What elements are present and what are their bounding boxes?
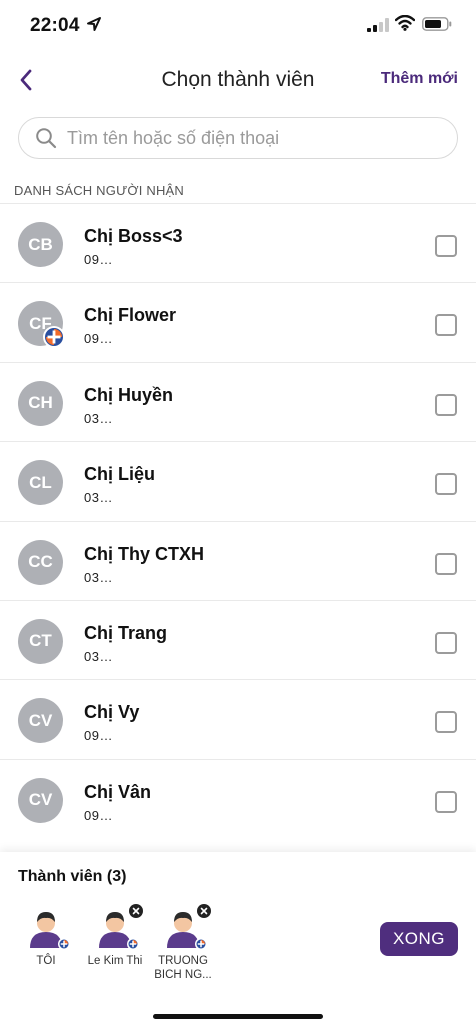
member-item[interactable]: TRUONG BICH NG...	[143, 904, 223, 982]
remove-member-close-icon[interactable]	[197, 904, 211, 918]
contact-name: Chị Vy	[84, 702, 140, 723]
add-new-button[interactable]: Thêm mới	[381, 70, 458, 88]
member-avatar-icon	[26, 908, 70, 950]
contact-avatar: CV	[18, 777, 63, 823]
section-label-recipients: DANH SÁCH NGƯỜI NHẬN	[14, 183, 184, 198]
navigation-header: Chọn thành viên Thêm mới	[0, 55, 476, 105]
battery-icon	[422, 17, 452, 31]
contact-name: Chị Flower	[84, 305, 177, 326]
select-checkbox[interactable]	[435, 711, 457, 734]
search-bar[interactable]	[18, 117, 458, 159]
done-button[interactable]: XONG	[380, 922, 458, 956]
contact-phone: 09…	[84, 252, 113, 267]
contact-name: Chị Huyền	[84, 384, 174, 405]
select-checkbox[interactable]	[435, 314, 457, 337]
contact-row[interactable]: CV Chị Vân 09…	[0, 758, 476, 838]
home-indicator[interactable]	[153, 1014, 323, 1019]
select-checkbox[interactable]	[435, 235, 457, 257]
select-checkbox[interactable]	[435, 631, 457, 654]
contact-phone: 09…	[84, 331, 113, 347]
contact-name: Chị Trang	[84, 622, 168, 643]
search-icon	[36, 128, 57, 149]
member-avatar-icon	[163, 904, 211, 950]
signal-icon	[367, 18, 389, 32]
select-checkbox[interactable]	[435, 552, 457, 575]
contact-avatar: CC	[18, 539, 63, 585]
select-checkbox[interactable]	[435, 473, 457, 496]
contact-name: Chị Boss<3	[84, 226, 183, 246]
contact-phone: 09…	[84, 807, 113, 823]
contact-phone: 03…	[84, 648, 113, 664]
contact-phone: 03…	[84, 490, 113, 506]
contact-phone: 09…	[84, 728, 113, 744]
contact-name: Chị Thy CTXH	[84, 543, 204, 564]
contact-avatar: CH	[18, 380, 63, 426]
contact-row[interactable]: CF Chị Flower 09…	[0, 282, 476, 361]
search-input[interactable]	[67, 127, 427, 149]
contact-row[interactable]: CC Chị Thy CTXH 03…	[0, 520, 476, 600]
contact-avatar: CT	[18, 618, 63, 664]
member-label: TRUONG BICH NG...	[154, 955, 212, 981]
contact-phone: 03…	[84, 569, 113, 585]
member-avatar-icon	[95, 904, 143, 950]
member-label: TÔI	[36, 955, 56, 967]
member-item[interactable]: TÔI	[6, 908, 86, 968]
app-badge-icon	[195, 938, 207, 950]
contact-phone: 03…	[84, 410, 113, 426]
selected-members-panel: Thành viên (3) TÔI Le Kim Thi TRUONG BIC…	[0, 852, 476, 1030]
status-time: 22:04	[30, 15, 80, 36]
location-arrow-icon	[87, 17, 101, 31]
contact-row[interactable]: CT Chị Trang 03…	[0, 599, 476, 679]
contact-name: Chị Liệu	[84, 464, 155, 485]
contact-row[interactable]: CH Chị Huyền 03…	[0, 361, 476, 441]
contact-list: CB Chị Boss<3 09… CF Chị Flower 09… CH C…	[0, 203, 476, 838]
members-title: Thành viên (3)	[18, 868, 127, 885]
wifi-icon	[395, 15, 415, 31]
app-badge-icon	[43, 326, 65, 349]
contact-avatar: CL	[18, 460, 63, 506]
contact-row[interactable]: CV Chị Vy 09…	[0, 679, 476, 758]
contact-avatar: CB	[18, 222, 63, 267]
app-badge-icon	[127, 938, 139, 950]
contact-row[interactable]: CB Chị Boss<3 09…	[0, 203, 476, 282]
remove-member-close-icon[interactable]	[129, 904, 143, 918]
app-badge-icon	[58, 938, 70, 950]
contact-name: Chị Vân	[84, 781, 152, 802]
contact-avatar: CV	[18, 698, 63, 744]
status-bar: 22:04	[0, 0, 476, 50]
select-checkbox[interactable]	[435, 393, 457, 416]
select-checkbox[interactable]	[435, 790, 457, 813]
contact-row[interactable]: CL Chị Liệu 03…	[0, 441, 476, 520]
